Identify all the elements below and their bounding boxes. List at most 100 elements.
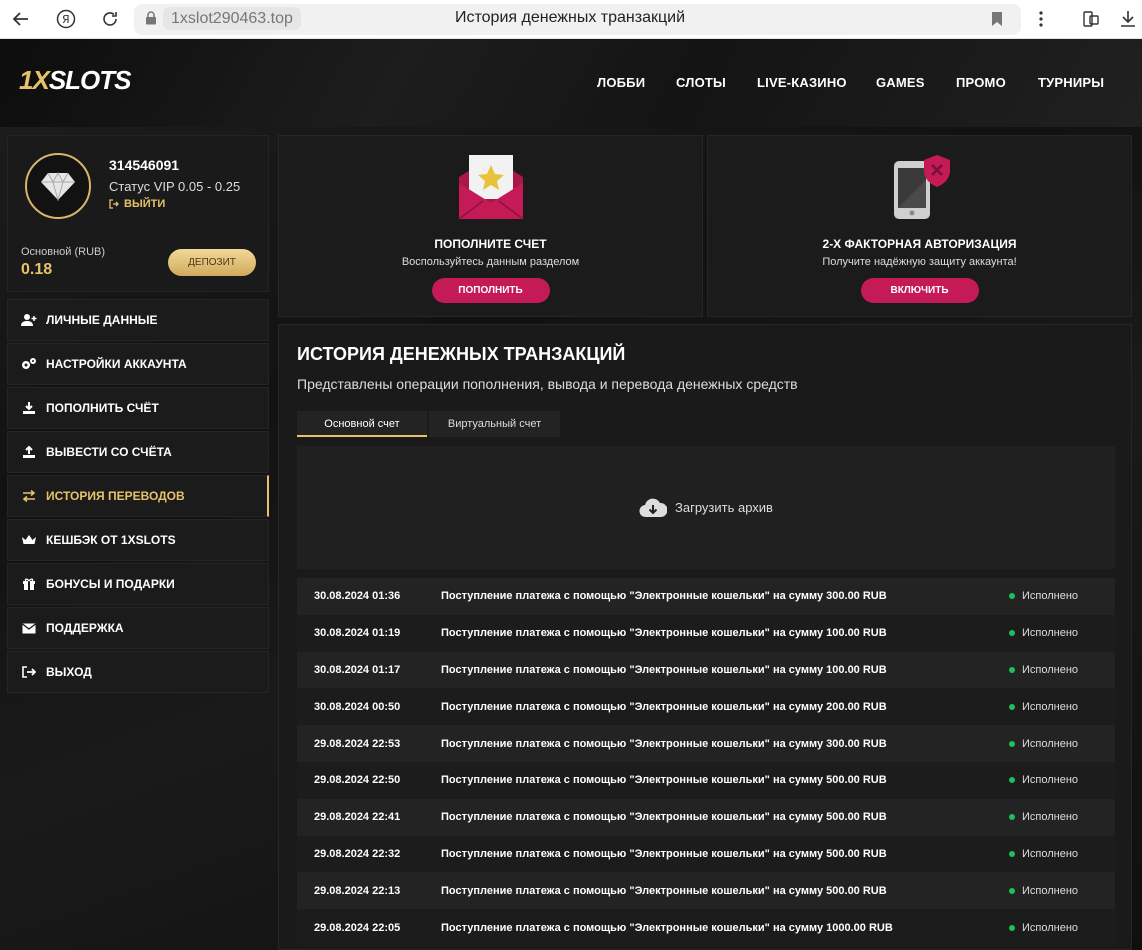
site-logo[interactable]: 1XSLOTS <box>19 65 132 96</box>
sidebar-item-account-settings[interactable]: НАСТРОЙКИ АККАУНТА <box>7 343 269 385</box>
row-status: Исполнено <box>1009 811 1115 823</box>
sidebar-item-label: ПОПОЛНИТЬ СЧЁТ <box>46 401 159 415</box>
reload-icon[interactable] <box>99 8 121 30</box>
upload-icon <box>21 444 37 460</box>
status-dot-icon <box>1009 593 1015 600</box>
row-date: 29.08.2024 22:05 <box>314 921 401 934</box>
row-date: 30.08.2024 01:17 <box>314 663 401 676</box>
row-description: Поступление платежа с помощью "Электронн… <box>441 884 887 897</box>
logo-part-slots: SLOTS <box>48 65 132 95</box>
tab-main-account[interactable]: Основной счет <box>297 411 427 437</box>
balance-label: Основной (RUB) <box>21 246 106 258</box>
status-dot-icon <box>1009 703 1015 710</box>
status-dot-icon <box>1009 740 1015 747</box>
balance-value: 0.18 <box>21 261 53 278</box>
browser-page-title: История денежных транзакций <box>455 9 685 26</box>
gears-icon <box>21 356 37 372</box>
row-description: Поступление платежа с помощью "Электронн… <box>441 663 887 676</box>
sidebar-item-label: БОНУСЫ И ПОДАРКИ <box>46 577 175 591</box>
nav-games[interactable]: GAMES <box>876 75 925 90</box>
sidebar-item-personal-data[interactable]: ЛИЧНЫЕ ДАННЫЕ <box>7 299 269 341</box>
tab-virtual-account[interactable]: Виртуальный счет <box>429 411 560 437</box>
row-description: Поступление платежа с помощью "Электронн… <box>441 811 887 824</box>
nav-lobby[interactable]: ЛОББИ <box>597 75 645 90</box>
sidebar-item-bonuses[interactable]: БОНУСЫ И ПОДАРКИ <box>7 563 269 605</box>
sidebar-item-label: ПОДДЕРЖКА <box>46 621 124 635</box>
row-description: Поступление платежа с помощью "Электронн… <box>441 737 887 750</box>
sidebar-item-exit[interactable]: ВЫХОД <box>7 651 269 693</box>
download-archive-button[interactable]: Загрузить архив <box>297 446 1115 569</box>
status-dot-icon <box>1009 887 1015 894</box>
row-status: Исполнено <box>1009 701 1115 713</box>
bookmark-icon[interactable] <box>986 8 1008 30</box>
sidebar-item-withdraw[interactable]: ВЫВЕСТИ СО СЧЁТА <box>7 431 269 473</box>
row-date: 29.08.2024 22:13 <box>314 884 401 897</box>
site-header: 1XSLOTS ЛОББИ СЛОТЫ LIVE-КАЗИНО GAMES ПР… <box>0 39 1142 127</box>
back-icon[interactable] <box>10 8 32 30</box>
table-row: 29.08.2024 22:41 Поступление платежа с по… <box>297 798 1115 836</box>
row-status: Исполнено <box>1009 922 1115 934</box>
status-label: Исполнено <box>1022 921 1079 934</box>
promo-title: 2-Х ФАКТОРНАЯ АВТОРИЗАЦИЯ <box>822 237 1017 251</box>
deposit-button[interactable]: ДЕПОЗИТ <box>168 249 256 276</box>
row-status: Исполнено <box>1009 848 1115 860</box>
row-description: Поступление платежа с помощью "Электронн… <box>441 627 887 640</box>
table-row: 29.08.2024 22:50 Поступление платежа с по… <box>297 761 1115 799</box>
logo-part-1x: 1X <box>19 65 50 95</box>
sidebar-item-label: ЛИЧНЫЕ ДАННЫЕ <box>46 313 158 327</box>
status-dot-icon <box>1009 850 1015 857</box>
sidebar-item-transfer-history[interactable]: ИСТОРИЯ ПЕРЕВОДОВ <box>7 475 269 517</box>
transfer-icon <box>21 488 37 504</box>
nav-promo[interactable]: ПРОМО <box>956 75 1006 90</box>
sidebar-item-support[interactable]: ПОДДЕРЖКА <box>7 607 269 649</box>
status-label: Исполнено <box>1022 847 1079 860</box>
status-label: Исполнено <box>1022 811 1079 824</box>
replenish-button[interactable]: ПОПОЛНИТЬ <box>431 278 550 303</box>
envelope-icon <box>21 620 37 636</box>
url-host[interactable]: 1xslot290463.top <box>163 7 301 30</box>
diamond-icon <box>41 171 75 201</box>
page-subtitle: Представлены операции пополнения, вывода… <box>297 376 798 392</box>
nav-live-casino[interactable]: LIVE-КАЗИНО <box>757 75 847 90</box>
row-status: Исполнено <box>1009 664 1115 676</box>
enable-button[interactable]: ВКЛЮЧИТЬ <box>860 278 979 303</box>
promo-subtitle: Получите надёжную защиту аккаунта! <box>822 256 1017 268</box>
download-icon[interactable] <box>1117 8 1139 30</box>
table-row: 30.08.2024 01:17 Поступление платежа с по… <box>297 651 1115 689</box>
profile-card: 314546091 Статус VIP 0.05 - 0.25 ВЫЙТИ О… <box>7 135 269 292</box>
table-row: 29.08.2024 22:13 Поступление платежа с по… <box>297 872 1115 910</box>
status-dot-icon <box>1009 924 1015 931</box>
svg-text:Я: Я <box>62 13 70 26</box>
status-dot-icon <box>1009 666 1015 673</box>
table-row: 30.08.2024 01:19 Поступление платежа с по… <box>297 614 1115 652</box>
logout-link[interactable]: ВЫЙТИ <box>109 198 165 210</box>
status-dot-icon <box>1009 814 1015 821</box>
status-label: Исполнено <box>1022 590 1079 603</box>
kebab-menu-icon[interactable] <box>1030 8 1052 30</box>
avatar <box>25 153 91 219</box>
page-title: ИСТОРИЯ ДЕНЕЖНЫХ ТРАНЗАКЦИЙ <box>297 344 626 364</box>
sidebar-item-deposit[interactable]: ПОПОЛНИТЬ СЧЁТ <box>7 387 269 429</box>
row-date: 29.08.2024 22:41 <box>314 811 401 824</box>
row-date: 30.08.2024 00:50 <box>314 700 401 713</box>
archive-label: Загрузить архив <box>675 500 773 515</box>
nav-slots[interactable]: СЛОТЫ <box>676 75 726 90</box>
sidebar-item-label: КЕШБЭК ОТ 1XSLOTS <box>46 533 176 547</box>
exit-icon <box>21 664 37 680</box>
table-row: 30.08.2024 00:50 Поступление платежа с по… <box>297 688 1115 726</box>
nav-tournaments[interactable]: ТУРНИРЫ <box>1038 75 1104 90</box>
user-id: 314546091 <box>109 157 180 173</box>
promo-card-deposit: ПОПОЛНИТЕ СЧЕТ Воспользуйтесь данным раз… <box>278 135 703 317</box>
promo-card-2fa: 2-Х ФАКТОРНАЯ АВТОРИЗАЦИЯ Получите надёж… <box>707 135 1132 317</box>
exit-icon <box>109 199 119 209</box>
sidebar-item-label: ИСТОРИЯ ПЕРЕВОДОВ <box>46 489 185 503</box>
sidebar-item-label: ВЫВЕСТИ СО СЧЁТА <box>46 445 172 459</box>
row-date: 29.08.2024 22:53 <box>314 737 401 750</box>
status-dot-icon <box>1009 777 1015 784</box>
sidebar-item-label: ВЫХОД <box>46 665 92 679</box>
promo-title: ПОПОЛНИТЕ СЧЕТ <box>434 237 547 251</box>
collections-icon[interactable] <box>1080 8 1102 30</box>
yandex-icon[interactable]: Я <box>55 8 77 30</box>
sidebar-item-cashback[interactable]: КЕШБЭК ОТ 1XSLOTS <box>7 519 269 561</box>
row-description: Поступление платежа с помощью "Электронн… <box>441 700 887 713</box>
